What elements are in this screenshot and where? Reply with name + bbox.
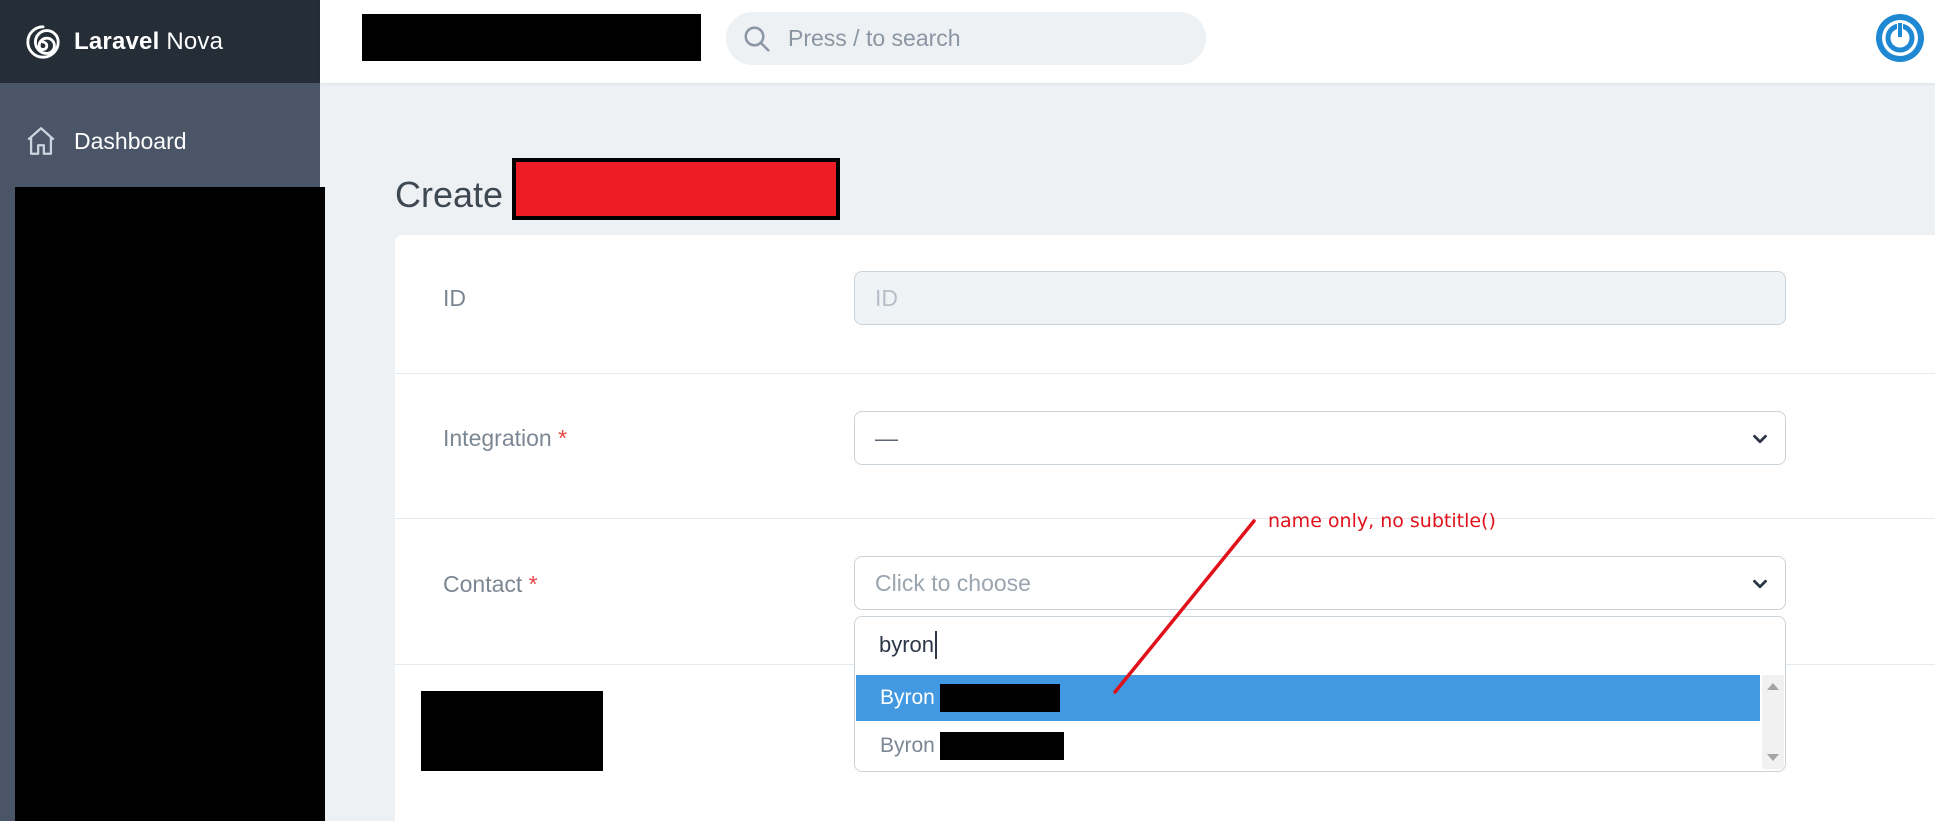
chevron-down-icon (1753, 579, 1767, 589)
search-icon (744, 26, 770, 51)
integration-value: — (875, 424, 898, 451)
id-field: ID (854, 271, 1786, 325)
scroll-up-icon[interactable] (1767, 683, 1779, 690)
global-search[interactable] (726, 12, 1206, 65)
redacted-option-text (939, 684, 1060, 712)
required-indicator: * (558, 425, 568, 451)
page-title: Create (395, 174, 504, 215)
dropdown-scrollbar[interactable] (1762, 675, 1784, 769)
dropdown-search-text: byron (879, 632, 935, 657)
redacted-option-text (939, 732, 1064, 760)
redacted-nav-block (15, 187, 325, 821)
id-label: ID (443, 285, 466, 311)
contact-select[interactable]: Click to choose (854, 556, 1786, 610)
option-label: Byron (880, 686, 935, 709)
header (320, 0, 1935, 83)
redacted-header-block (362, 14, 701, 61)
dropdown-search-input[interactable]: byron (855, 617, 1785, 673)
sidebar-header: Laravel Nova (0, 0, 320, 83)
text-cursor (935, 631, 938, 659)
contact-label: Contact * (443, 571, 538, 597)
dropdown-option[interactable]: Byron (856, 723, 1760, 769)
integration-label: Integration * (443, 425, 568, 451)
redacted-field-label (421, 691, 603, 771)
sidebar: Laravel Nova Dashboard (0, 0, 325, 821)
chevron-down-icon (1753, 434, 1767, 444)
sidebar-item-label: Dashboard (74, 127, 187, 154)
form-card: ID ID Integration * — Contact * Click to… (395, 235, 1935, 821)
option-label: Byron (880, 734, 935, 757)
scroll-down-icon[interactable] (1767, 754, 1779, 761)
nova-logo-icon[interactable] (24, 23, 62, 61)
search-input[interactable] (788, 25, 1168, 52)
home-icon (27, 127, 55, 155)
app-name[interactable]: Laravel Nova (74, 28, 223, 56)
contact-placeholder: Click to choose (875, 569, 1031, 596)
form-row-integration: Integration * — (395, 374, 1935, 519)
avatar[interactable] (1875, 13, 1925, 63)
redacted-resource-name (512, 158, 840, 220)
sidebar-item-dashboard[interactable]: Dashboard (24, 124, 187, 158)
form-row-id: ID ID (395, 235, 1935, 374)
dropdown-option[interactable]: Byron (856, 675, 1760, 721)
contact-dropdown: byron Byron Byron (854, 616, 1786, 772)
id-placeholder: ID (875, 284, 898, 311)
required-indicator: * (528, 571, 538, 597)
integration-select[interactable]: — (854, 411, 1786, 465)
annotation-text: name only, no subtitle() (1268, 510, 1496, 532)
